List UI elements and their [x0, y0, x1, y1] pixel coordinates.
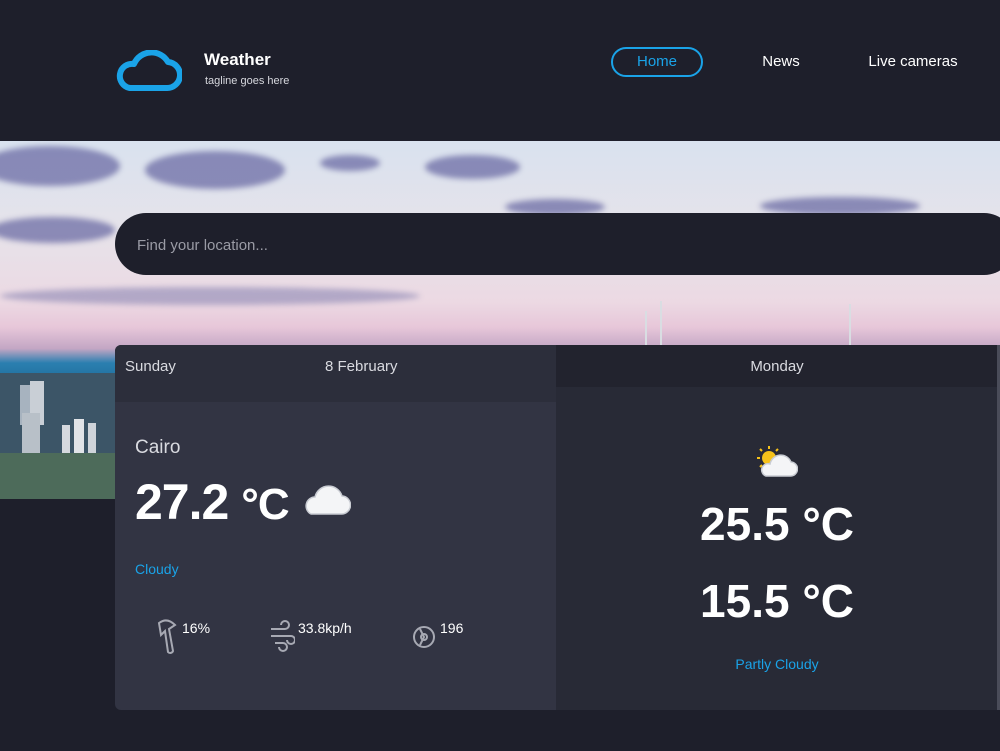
tomorrow-card-header: Monday	[556, 345, 1000, 387]
city-name: Cairo	[135, 437, 181, 458]
city-skyline-image	[0, 373, 120, 499]
location-search-input[interactable]	[135, 213, 939, 277]
tomorrow-day-label: Monday	[750, 358, 804, 375]
tomorrow-min-temperature: 15.5 °C	[700, 575, 854, 627]
cloud-icon	[305, 485, 351, 515]
brand-title[interactable]: Weather	[204, 50, 271, 70]
today-forecast-card: Sunday 8 February Cairo 27.2 °C Cloudy 1…	[115, 345, 556, 710]
tomorrow-condition: Partly Cloudy	[735, 656, 819, 672]
umbrella-humidity-icon	[157, 619, 177, 654]
tomorrow-max-temperature: 25.5 °C	[700, 498, 854, 550]
cloud-logo-icon[interactable]	[114, 50, 182, 92]
humidity-value: 16%	[182, 620, 211, 636]
brand-tagline: tagline goes here	[205, 75, 290, 87]
nav-home-link[interactable]: Home	[611, 47, 703, 77]
location-search-bar	[115, 213, 1000, 277]
wind-direction-value: 196	[440, 620, 464, 636]
wind-speed-value: 33.8kp/h	[298, 620, 352, 636]
partly-cloudy-icon	[757, 446, 798, 477]
today-day-label: Sunday	[125, 358, 176, 375]
temperature-value: 27.2	[135, 474, 229, 530]
nav-news-link[interactable]: News	[750, 47, 812, 77]
nav-live-cameras-link[interactable]: Live cameras	[862, 47, 964, 77]
wind-icon	[271, 620, 295, 652]
tomorrow-forecast-card: Monday 25.5 °C 15.5 °C Partly Cloudy	[556, 345, 1000, 710]
today-condition: Cloudy	[135, 561, 179, 577]
today-date-label: 8 February	[325, 358, 398, 375]
today-card-header: Sunday 8 February	[115, 345, 556, 402]
temperature-unit: °C	[241, 480, 289, 529]
site-header: Weather tagline goes here Home News Live…	[0, 0, 1000, 141]
current-temperature: 27.2 °C	[135, 473, 290, 531]
compass-icon	[413, 626, 435, 648]
